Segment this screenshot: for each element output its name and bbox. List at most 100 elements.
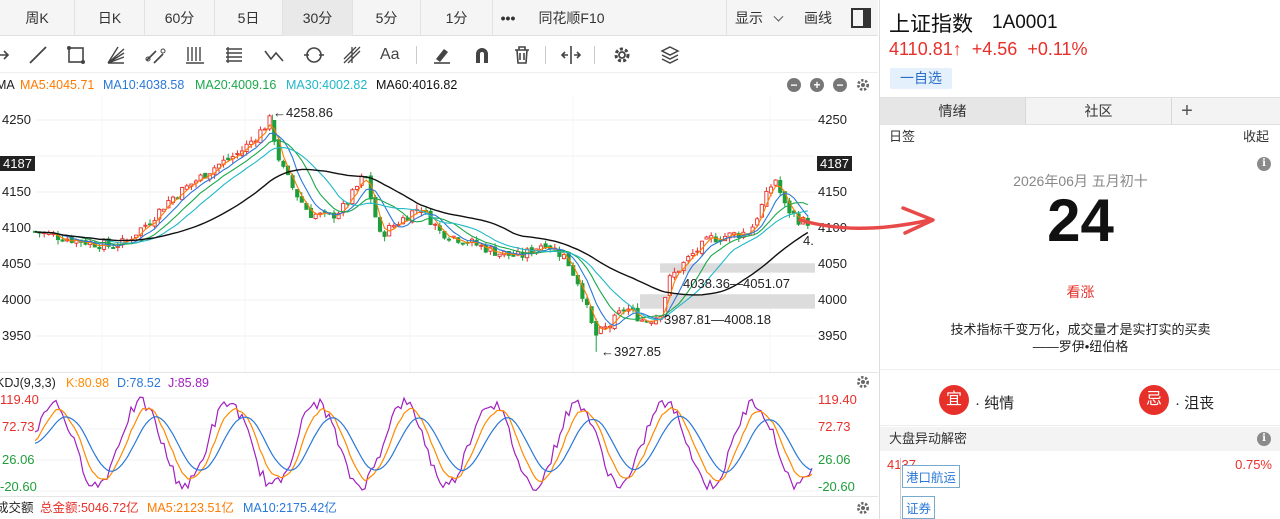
axis-tick-left: 4250	[2, 112, 31, 127]
tab-5day[interactable]: 5日	[215, 0, 283, 36]
info-icon[interactable]: i	[1257, 157, 1271, 171]
info-icon[interactable]: i	[1257, 432, 1271, 446]
add-tab-button[interactable]: +	[1172, 98, 1202, 125]
kdj-chart[interactable]	[0, 392, 878, 496]
ma5-value: MA5:4045.71	[20, 78, 95, 92]
candle-body	[479, 244, 484, 247]
ma-label: MA	[0, 78, 15, 92]
rectangle-tool-icon[interactable]	[64, 43, 88, 67]
volume-total: 总金额:5046.72亿	[40, 501, 139, 515]
kdj-tick-left: 119.40	[0, 392, 39, 407]
volume-legend: 成交额 总金额:5046.72亿 MA5:2123.51亿 MA10:2175.…	[0, 496, 878, 519]
kdj-tick-left: -20.60	[0, 479, 37, 494]
display-dropdown[interactable]: 显示	[726, 0, 790, 36]
cycle-tool-icon[interactable]	[302, 43, 326, 67]
daily-sign-title: 日签	[889, 129, 916, 144]
plus-icon[interactable]: +	[810, 78, 824, 92]
candle-body	[621, 309, 626, 312]
close-icon[interactable]: −	[833, 78, 847, 92]
volume-ma10: MA10:2175.42亿	[243, 501, 337, 515]
ma60-value: MA60:4016.82	[376, 78, 458, 92]
stock-name: 上证指数	[889, 13, 973, 36]
fan-tool-icon[interactable]	[104, 43, 128, 67]
candle-body	[331, 212, 337, 219]
more-tabs-button[interactable]: •••	[493, 0, 523, 36]
candle-body	[686, 256, 691, 262]
tab-day-k[interactable]: 日K	[75, 0, 145, 36]
quote-author: ——罗伊•纽伯格	[1032, 339, 1129, 354]
chevron-down-icon	[773, 11, 784, 22]
volume-ma5: MA5:2123.51亿	[147, 501, 234, 515]
candle-body	[672, 271, 677, 278]
line-tool-icon[interactable]	[26, 43, 50, 67]
tab-5min[interactable]: 5分	[353, 0, 421, 36]
gear-icon[interactable]	[855, 77, 871, 93]
candle-body	[690, 253, 695, 256]
split-view-icon[interactable]	[559, 43, 583, 67]
volume-label: 成交额	[0, 501, 34, 515]
tab-sentiment[interactable]: 情绪	[880, 98, 1026, 125]
vertical-lines-icon[interactable]	[183, 43, 207, 67]
text-tool-icon[interactable]: Aa	[380, 43, 404, 67]
toolbar-divider	[416, 46, 417, 64]
candle-body	[433, 223, 438, 226]
panel-toggle-icon[interactable]	[851, 8, 871, 28]
stock-code: 1A0001	[992, 12, 1058, 33]
candle-body	[773, 179, 778, 186]
stock-quote: 4110.81↑ +4.56 +0.11%	[889, 39, 1088, 60]
tab-week-k[interactable]: 周K	[0, 0, 75, 36]
magnet-icon[interactable]	[470, 43, 494, 67]
candle-body	[60, 239, 65, 242]
movers-divider	[900, 458, 901, 519]
stock-change-pct: +0.11%	[1027, 39, 1088, 59]
tab-1min[interactable]: 1分	[421, 0, 493, 36]
kdj-tick-right: 72.73	[818, 419, 851, 434]
high-price-label: ←4258.86	[273, 105, 333, 120]
arrow-tool-icon[interactable]	[0, 43, 14, 67]
daily-sign-header: 日签 收起	[880, 126, 1280, 148]
axis-tick-right: 4250	[818, 112, 847, 127]
minus-icon[interactable]: −	[787, 78, 801, 92]
kdj-k-value: K:80.98	[66, 376, 110, 390]
gear-icon[interactable]	[855, 374, 871, 390]
mover-tag[interactable]: 证券	[902, 496, 936, 519]
yi-text: · 纯情	[975, 395, 1015, 412]
tab-community[interactable]: 社区	[1026, 98, 1172, 125]
candle-body	[226, 157, 231, 161]
tab-30min[interactable]: 30分	[283, 0, 353, 36]
ji-text: · 沮丧	[1175, 395, 1215, 412]
candlestick-chart[interactable]	[0, 96, 878, 372]
candle-body	[295, 189, 300, 198]
support-zone-label: 4038.36—4051.07	[683, 276, 790, 291]
current-price-tag-left: 4187	[0, 156, 35, 171]
kdj-tick-right: 119.40	[818, 392, 857, 407]
candle-body	[313, 213, 318, 219]
horizontal-lines-icon[interactable]	[222, 43, 246, 67]
tab-f10[interactable]: 同花顺F10	[523, 0, 620, 36]
axis-tick-right: 4050	[818, 256, 847, 271]
add-watchlist-button[interactable]: 一自选	[890, 68, 952, 89]
movers-chart[interactable]: 4137 0.75% 港口航运 证券	[880, 452, 1280, 519]
layers-icon[interactable]	[658, 43, 682, 67]
candle-body	[640, 319, 645, 322]
wave-tool-icon[interactable]	[262, 43, 286, 67]
axis-tick-left: 4050	[2, 256, 31, 271]
low-price-label: ←3927.85	[601, 344, 661, 359]
movers-pct: 0.75%	[1235, 457, 1272, 472]
draw-line-button[interactable]: 画线	[796, 0, 840, 36]
gear-icon[interactable]	[855, 500, 871, 516]
candle-body	[143, 224, 148, 227]
candle-body	[354, 185, 360, 190]
mover-tag[interactable]: 港口航运	[902, 465, 961, 488]
candle-body	[497, 253, 502, 257]
candle-body	[391, 225, 396, 228]
gann-tool-icon[interactable]	[340, 43, 364, 67]
eraser-icon[interactable]	[430, 43, 454, 67]
parallel-channel-icon[interactable]	[144, 43, 168, 67]
tab-60min[interactable]: 60分	[145, 0, 215, 36]
collapse-button[interactable]: 收起	[1243, 126, 1269, 148]
ma20-value: MA20:4009.16	[195, 78, 277, 92]
daily-sign-card: i 2026年06月 五月初十 24 看涨 技术指标千变万化，成交量才是实打实的…	[880, 149, 1280, 369]
gear-icon[interactable]	[610, 43, 634, 67]
trash-icon[interactable]	[510, 43, 534, 67]
